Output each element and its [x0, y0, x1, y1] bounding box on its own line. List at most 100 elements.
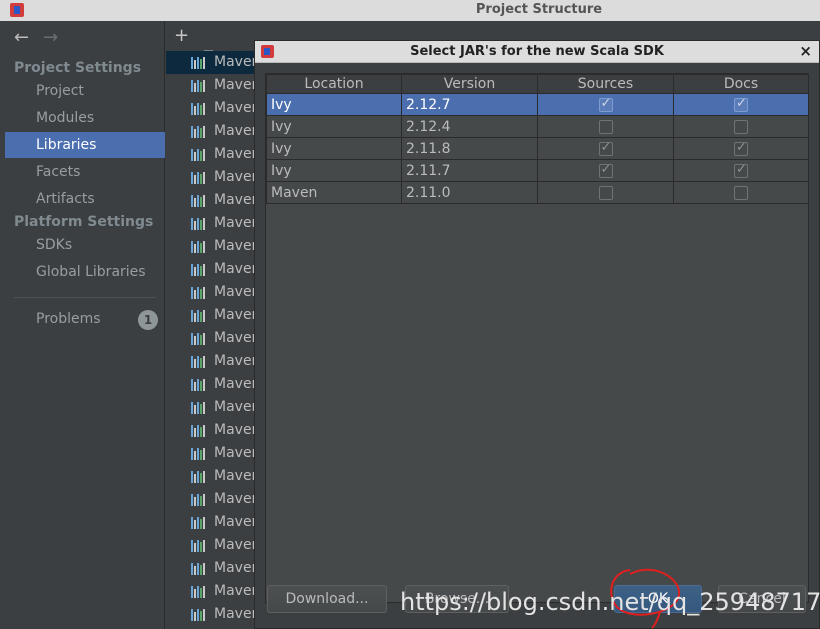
sources-checkbox[interactable] [598, 162, 613, 178]
library-item-label: Maven [214, 606, 254, 622]
library-item-label: Maven [214, 537, 254, 553]
library-item[interactable]: Maven [166, 97, 254, 120]
library-item[interactable]: Maven [166, 350, 254, 373]
location-cell: Ivy [266, 159, 402, 182]
nav-item-modules[interactable]: Modules [5, 105, 165, 131]
library-item-label: Maven [214, 376, 254, 392]
docs-cell [673, 115, 809, 138]
library-item-label: Maven [214, 445, 254, 461]
library-item[interactable]: Maven [166, 580, 254, 603]
library-item-label: Maven [214, 330, 254, 346]
library-item[interactable]: Maven [166, 189, 254, 212]
library-item[interactable]: Maven [166, 212, 254, 235]
nav-divider [14, 297, 156, 298]
jar-table-container: Location Version Sources Docs Ivy2.12.7I… [265, 73, 809, 603]
nav-item-global-libraries[interactable]: Global Libraries [5, 259, 165, 285]
library-item-label: Maven [214, 583, 254, 599]
nav-item-facets[interactable]: Facets [5, 159, 165, 185]
docs-checkbox[interactable] [734, 185, 748, 200]
sources-cell [537, 115, 674, 138]
library-bars-icon [191, 149, 206, 161]
library-bars-icon [191, 402, 206, 414]
arrow-right-icon[interactable]: → [43, 27, 58, 48]
table-row[interactable]: Maven 2.11.0 [266, 181, 809, 204]
table-header-row: Location Version Sources Docs [266, 74, 809, 94]
docs-checkbox[interactable] [734, 96, 748, 112]
docs-checkbox[interactable] [734, 140, 748, 156]
nav-item-libraries[interactable]: Libraries [5, 132, 165, 158]
table-row[interactable]: Ivy 2.11.7 [266, 159, 809, 182]
library-item-label: Maven [214, 468, 254, 484]
section-project-settings: Project Settings [14, 60, 142, 76]
add-icon[interactable]: + [174, 25, 189, 46]
nav-arrows: ← → [14, 27, 58, 48]
window-title: Project Structure [475, 2, 603, 17]
library-list: Maven Maven Maven Maven Maven Maven Maven Maven… [166, 51, 254, 626]
library-item[interactable]: Maven [166, 511, 254, 534]
library-item[interactable]: Maven [166, 258, 254, 281]
library-bars-icon [191, 425, 206, 437]
library-item[interactable]: Maven [166, 603, 254, 626]
version-cell: 2.12.7 [401, 93, 538, 116]
sources-checkbox[interactable] [598, 119, 613, 134]
library-item[interactable]: Maven [166, 557, 254, 580]
library-item[interactable]: Maven [166, 120, 254, 143]
version-cell: 2.11.0 [401, 181, 538, 204]
nav-item-artifacts[interactable]: Artifacts [5, 186, 165, 212]
library-bars-icon [191, 471, 206, 483]
dialog-title: Select JAR's for the new Scala SDK [410, 44, 664, 59]
sources-checkbox[interactable] [598, 140, 613, 156]
docs-checkbox[interactable] [734, 119, 748, 134]
library-item[interactable]: Maven [166, 419, 254, 442]
docs-checkbox[interactable] [734, 162, 748, 178]
docs-cell [673, 137, 809, 160]
table-row[interactable]: Ivy 2.11.8 [266, 137, 809, 160]
library-item[interactable]: Maven [166, 327, 254, 350]
library-item[interactable]: Maven [166, 488, 254, 511]
problems-count-badge: 1 [138, 310, 158, 330]
table-row[interactable]: Ivy 2.12.4 [266, 115, 809, 138]
library-item[interactable]: Maven [166, 281, 254, 304]
library-item-label: Maven [214, 123, 254, 139]
library-bars-icon [191, 80, 206, 92]
library-item-label: Maven [214, 491, 254, 507]
library-item[interactable]: Maven [166, 465, 254, 488]
sources-cell [537, 181, 674, 204]
library-item[interactable]: Maven [166, 74, 254, 97]
library-item[interactable]: Maven [166, 51, 254, 74]
library-item[interactable]: Maven [166, 143, 254, 166]
library-item[interactable]: Maven [166, 304, 254, 327]
library-item[interactable]: Maven [166, 166, 254, 189]
docs-cell [673, 181, 809, 204]
column-header-sources[interactable]: Sources [537, 74, 674, 94]
close-icon[interactable]: × [799, 42, 812, 60]
library-item-label: Maven [214, 422, 254, 438]
project-structure-nav: ← → Project Settings Project Modules Libr… [0, 21, 165, 629]
library-bars-icon [191, 494, 206, 506]
sources-checkbox[interactable] [598, 96, 613, 112]
sources-checkbox[interactable] [598, 185, 613, 200]
column-header-location[interactable]: Location [266, 74, 402, 94]
library-item-label: Maven [214, 77, 254, 93]
library-item[interactable]: Maven [166, 442, 254, 465]
table-row[interactable]: Ivy 2.12.7 [266, 93, 809, 116]
library-item[interactable]: Maven [166, 534, 254, 557]
library-bars-icon [191, 310, 206, 322]
docs-cell [673, 93, 809, 116]
library-item[interactable]: Maven [166, 373, 254, 396]
column-header-docs[interactable]: Docs [673, 74, 809, 94]
library-item[interactable]: Maven [166, 396, 254, 419]
library-bars-icon [191, 126, 206, 138]
library-item-label: Maven [214, 399, 254, 415]
library-item-label: Maven [214, 215, 254, 231]
library-item-label: Maven [214, 307, 254, 323]
arrow-left-icon[interactable]: ← [14, 27, 29, 48]
library-item-label: Maven [214, 514, 254, 530]
nav-item-sdks[interactable]: SDKs [5, 232, 165, 258]
library-item[interactable]: Maven [166, 235, 254, 258]
column-header-version[interactable]: Version [401, 74, 538, 94]
download-button[interactable]: Download... [267, 585, 387, 613]
location-cell: Maven [266, 181, 402, 204]
sources-cell [537, 93, 674, 116]
nav-item-project[interactable]: Project [5, 78, 165, 104]
